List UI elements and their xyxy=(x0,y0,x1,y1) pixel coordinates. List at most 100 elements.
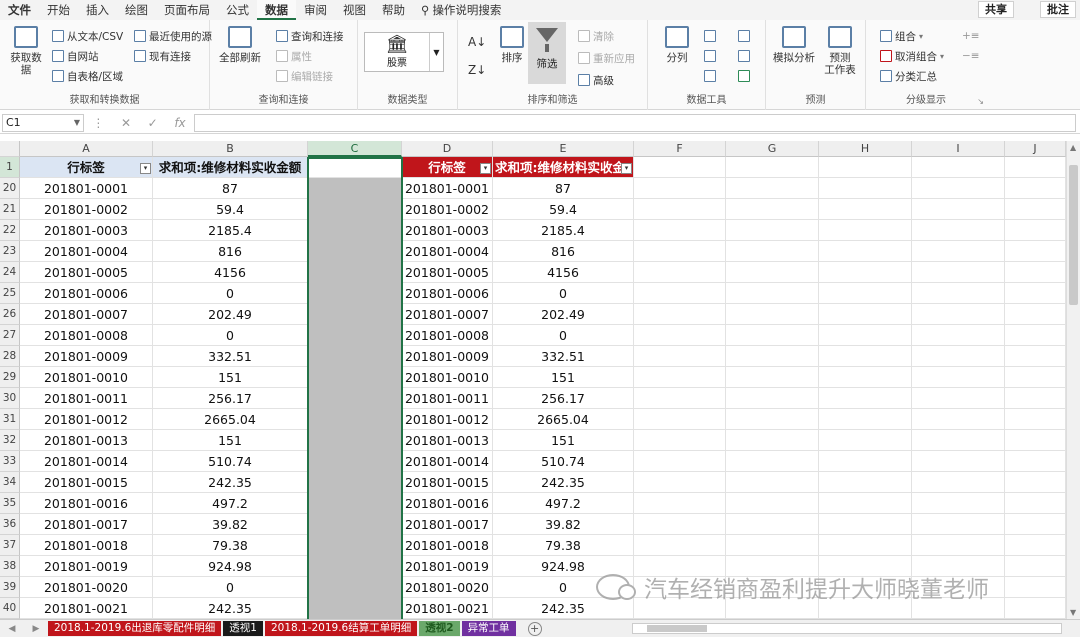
column-header-I[interactable]: I xyxy=(912,141,1005,157)
group-button[interactable]: 组合 ▾ xyxy=(880,28,923,44)
pivot1-value-cell[interactable]: 924.98 xyxy=(153,556,308,577)
pivot1-value-cell[interactable]: 202.49 xyxy=(153,304,308,325)
empty-cell[interactable] xyxy=(1005,430,1066,451)
pivot1-row-label-cell[interactable]: 201801-0012 xyxy=(20,409,153,430)
pivot1-value-cell[interactable]: 4156 xyxy=(153,262,308,283)
empty-cell[interactable] xyxy=(819,157,912,178)
empty-cell[interactable] xyxy=(912,472,1005,493)
show-detail-button[interactable]: +≡ xyxy=(962,28,980,44)
empty-cell[interactable] xyxy=(726,157,819,178)
empty-cell[interactable] xyxy=(726,220,819,241)
data-model-icon[interactable] xyxy=(738,70,750,82)
empty-cell[interactable] xyxy=(819,367,912,388)
empty-cell[interactable] xyxy=(912,535,1005,556)
empty-cell[interactable] xyxy=(1005,535,1066,556)
sheet-tab-2[interactable]: 2018.1-2019.6结算工单明细 xyxy=(264,621,418,636)
empty-cell[interactable] xyxy=(634,472,726,493)
filter-dropdown-icon[interactable]: ▾ xyxy=(140,163,151,174)
row-header[interactable]: 24 xyxy=(0,262,20,283)
column-header-C[interactable]: C xyxy=(308,141,402,157)
horizontal-scrollbar[interactable] xyxy=(632,623,1062,634)
empty-cell[interactable] xyxy=(1005,577,1066,598)
forecast-sheet-button[interactable]: 预测 工作表 xyxy=(820,26,860,76)
pivot1-value-cell[interactable]: 79.38 xyxy=(153,535,308,556)
pivot2-value-cell[interactable]: 79.38 xyxy=(493,535,634,556)
empty-cell[interactable] xyxy=(819,262,912,283)
pivot1-value-cell[interactable]: 151 xyxy=(153,367,308,388)
pivot2-row-label-cell[interactable]: 201801-0012 xyxy=(402,409,493,430)
from-text-csv-button[interactable]: 从文本/CSV xyxy=(52,28,123,44)
row-header[interactable]: 35 xyxy=(0,493,20,514)
empty-cell[interactable] xyxy=(819,283,912,304)
empty-cell[interactable] xyxy=(912,367,1005,388)
pivot1-value-cell[interactable]: 510.74 xyxy=(153,451,308,472)
select-all-corner[interactable] xyxy=(0,141,20,157)
pivot1-row-label-cell[interactable]: 201801-0001 xyxy=(20,178,153,199)
sort-asc-button[interactable]: A↓ xyxy=(468,34,486,50)
ribbon-tab-3[interactable]: 绘图 xyxy=(117,0,156,20)
row-header[interactable]: 37 xyxy=(0,535,20,556)
empty-cell[interactable] xyxy=(726,199,819,220)
empty-cell[interactable] xyxy=(634,220,726,241)
column-header-G[interactable]: G xyxy=(726,141,819,157)
empty-cell[interactable] xyxy=(912,430,1005,451)
empty-cell[interactable] xyxy=(726,493,819,514)
empty-cell[interactable] xyxy=(634,367,726,388)
pivot2-value-cell[interactable]: 87 xyxy=(493,178,634,199)
vertical-scrollbar[interactable]: ▲ ▼ xyxy=(1066,141,1080,619)
sheet-tab-1[interactable]: 透视1 xyxy=(223,621,263,636)
row-header[interactable]: 23 xyxy=(0,241,20,262)
pivot2-row-label-cell[interactable]: 201801-0001 xyxy=(402,178,493,199)
empty-cell[interactable] xyxy=(726,514,819,535)
enter-icon[interactable]: ✓ xyxy=(148,116,158,130)
tell-me-search[interactable]: ⚲ 操作说明搜索 xyxy=(413,0,509,20)
empty-cell[interactable] xyxy=(634,493,726,514)
empty-cell[interactable] xyxy=(726,178,819,199)
pivot1-row-label-cell[interactable]: 201801-0006 xyxy=(20,283,153,304)
pivot1-row-label-cell[interactable]: 201801-0010 xyxy=(20,367,153,388)
pivot1-row-label-cell[interactable]: 201801-0007 xyxy=(20,304,153,325)
column-header-B[interactable]: B xyxy=(153,141,308,157)
pivot1-value-cell[interactable]: 39.82 xyxy=(153,514,308,535)
empty-cell[interactable] xyxy=(726,304,819,325)
formula-input[interactable] xyxy=(194,113,1076,132)
empty-cell[interactable] xyxy=(819,514,912,535)
filter-dropdown-icon[interactable]: ▾ xyxy=(480,163,491,174)
pivot1-row-label-header[interactable]: 行标签 xyxy=(20,157,153,178)
empty-cell[interactable] xyxy=(1005,493,1066,514)
empty-cell[interactable] xyxy=(1005,556,1066,577)
empty-cell[interactable] xyxy=(912,178,1005,199)
name-box[interactable]: C1 ▼ xyxy=(2,113,84,132)
comment-button[interactable]: 批注 xyxy=(1040,1,1076,18)
pivot1-row-label-cell[interactable]: 201801-0008 xyxy=(20,325,153,346)
empty-cell[interactable] xyxy=(1005,304,1066,325)
add-sheet-icon[interactable]: + xyxy=(527,621,542,636)
empty-cell[interactable] xyxy=(726,535,819,556)
pivot2-row-label-cell[interactable]: 201801-0018 xyxy=(402,535,493,556)
pivot2-row-label-cell[interactable]: 201801-0016 xyxy=(402,493,493,514)
pivot2-value-cell[interactable]: 242.35 xyxy=(493,472,634,493)
ribbon-tab-6[interactable]: 数据 xyxy=(257,0,296,20)
stocks-gallery[interactable]: 🏛 股票 ▼ xyxy=(364,32,444,72)
pivot2-row-label-cell[interactable]: 201801-0007 xyxy=(402,304,493,325)
row-header[interactable]: 26 xyxy=(0,304,20,325)
what-if-analysis-button[interactable]: 模拟分析 xyxy=(772,26,816,64)
empty-cell[interactable] xyxy=(912,493,1005,514)
queries-connections-button[interactable]: 查询和连接 xyxy=(276,28,344,44)
row-header[interactable]: 33 xyxy=(0,451,20,472)
pivot1-row-label-cell[interactable]: 201801-0020 xyxy=(20,577,153,598)
empty-cell[interactable] xyxy=(819,451,912,472)
empty-cell[interactable] xyxy=(634,535,726,556)
pivot1-value-cell[interactable]: 816 xyxy=(153,241,308,262)
empty-cell[interactable] xyxy=(634,199,726,220)
from-web-button[interactable]: 自网站 xyxy=(52,48,99,64)
pivot2-row-label-cell[interactable]: 201801-0010 xyxy=(402,367,493,388)
pivot1-value-cell[interactable]: 87 xyxy=(153,178,308,199)
empty-cell[interactable] xyxy=(634,325,726,346)
row-header[interactable]: 22 xyxy=(0,220,20,241)
empty-cell[interactable] xyxy=(726,388,819,409)
empty-cell[interactable] xyxy=(1005,220,1066,241)
column-header-E[interactable]: E xyxy=(493,141,634,157)
empty-cell[interactable] xyxy=(819,325,912,346)
column-header-A[interactable]: A xyxy=(20,141,153,157)
